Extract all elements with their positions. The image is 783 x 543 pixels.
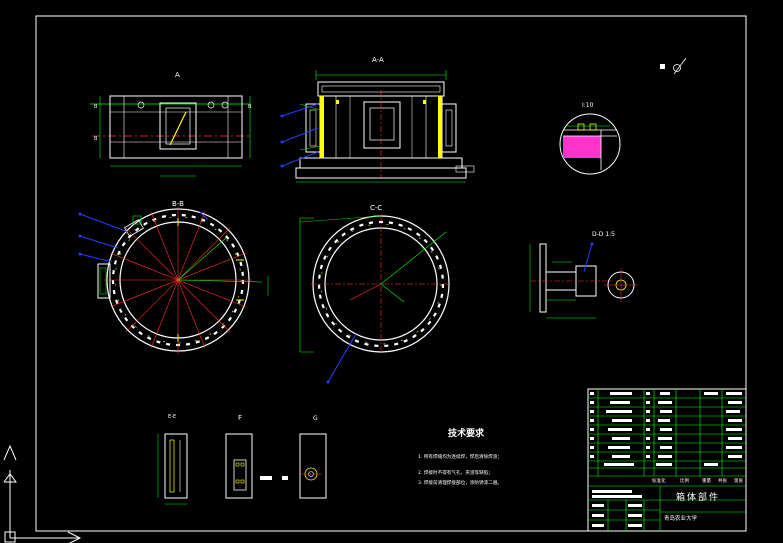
view-front-label: A — [175, 71, 180, 79]
tech-note-3: 3. 焊接前清理焊接部位，涂防锈漆二遍。 — [418, 479, 502, 486]
cad-drawing-canvas[interactable]: A B B B A-A I:10 B-B C-C D-D 1:5 E-E F G… — [0, 0, 783, 543]
svg-text:B: B — [94, 104, 98, 110]
view-f-label: F — [238, 414, 242, 422]
tech-notes-title: 技术要求 — [448, 427, 485, 439]
title-mid-label-5: 第张 — [734, 477, 743, 484]
drawing-background — [0, 0, 783, 543]
view-ee-label: E-E — [168, 414, 176, 420]
title-mid-label-4: 共张 — [718, 477, 727, 484]
view-aa-label: A-A — [372, 56, 384, 64]
title-part-name: 箱体部件 — [676, 491, 720, 503]
view-cc-label: C-C — [370, 204, 382, 212]
view-dd-label: D-D 1:5 — [592, 231, 615, 238]
svg-text:B: B — [94, 136, 98, 142]
title-mid-label-3: 重量 — [702, 477, 711, 484]
title-mid-label-1: 标准化 — [652, 477, 666, 484]
view-detail-label: I:10 — [582, 102, 594, 109]
svg-text:B: B — [248, 104, 252, 110]
title-mid-label-2: 比例 — [680, 477, 689, 484]
title-school: 青岛农业大学 — [664, 514, 698, 522]
tech-note-2: 2. 焊接时不得有气孔、夹渣等缺陷； — [418, 469, 493, 476]
view-g-label: G — [313, 415, 318, 422]
tech-note-1: 1. 所有焊缝均为连续焊，焊后清除焊渣； — [418, 453, 502, 460]
